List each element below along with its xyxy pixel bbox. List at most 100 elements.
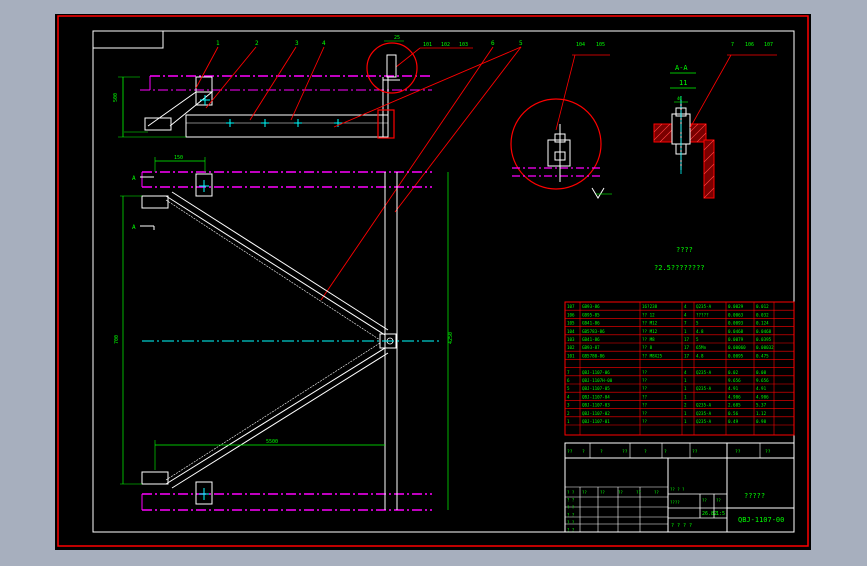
bom-cell-code: QBJ-1107-05 <box>582 386 610 391</box>
bom-cell-no: 103 <box>567 337 575 342</box>
drawing-number: QBJ-1107-00 <box>738 516 784 524</box>
bom-cell-w2: 4.91 <box>756 386 767 391</box>
title-left-cell: ? ? <box>567 505 575 510</box>
bom-cell-mat: Q235-A <box>696 403 712 408</box>
bom-cell-code: GB95-85 <box>582 312 600 317</box>
dim-150: 150 <box>174 155 183 161</box>
bom-cell-code: QBJ-1107-02 <box>582 411 610 416</box>
bom-cell-no: 107 <box>567 304 575 309</box>
bom-cell-w1: 0.56 <box>728 411 739 416</box>
balloon-105: 105 <box>596 42 605 48</box>
title-sig-label: ?? <box>600 490 605 495</box>
bom-header-cell: ?? <box>765 449 771 455</box>
bom-cell-w2: 0.0395 <box>756 337 772 342</box>
bom-cell-w1: 4.906 <box>728 394 741 399</box>
bom-cell-mat: 4.8 <box>696 353 704 358</box>
balloon-101: 101 <box>423 42 432 48</box>
bom-cell-code: GB93-86 <box>582 304 600 309</box>
bom-cell-w1: 0.0095 <box>728 353 744 358</box>
title-scale-row-3: ?? <box>716 498 721 503</box>
bom-cell-w2: 0.012 <box>756 304 769 309</box>
notes-line-1: ?2.5???????? <box>654 264 705 272</box>
cad-drawing-canvas[interactable]: 500 1 2 3 4 6 5 101 102 103 25 150 5500 … <box>0 0 867 562</box>
title-scale-row-0: ???? <box>670 500 680 505</box>
bom-cell-name: ?? <box>642 403 648 408</box>
title-scale-row-2: ?? <box>702 498 707 503</box>
dim-small: 40 <box>677 96 682 101</box>
bom-cell-mat: 65Mn <box>696 345 707 350</box>
balloon-102: 102 <box>441 42 450 48</box>
balloon-5: 5 <box>519 40 523 47</box>
bom-cell-code: GB5780-86 <box>582 353 605 358</box>
balloon-4: 4 <box>322 40 326 47</box>
balloon-6: 6 <box>491 40 495 47</box>
bom-cell-name: ?? <box>642 370 648 375</box>
bom-cell-name: ?? 8 <box>642 345 653 350</box>
bom-cell-qty: 17 <box>684 345 690 350</box>
bom-header-cell: ?? <box>692 449 698 455</box>
bom-cell-name: ?? 12 <box>642 312 655 317</box>
title-sig-label: ?? <box>636 490 641 495</box>
bom-cell-code: GB5783-86 <box>582 329 605 334</box>
bom-cell-no: 105 <box>567 321 575 326</box>
section-mark-upper: A <box>132 175 136 182</box>
bom-cell-w2: 5.37 <box>756 403 767 408</box>
title-mass: 26.82 <box>702 511 717 517</box>
title-left-cell: ? ? <box>567 513 575 518</box>
balloon-1: 1 <box>216 40 220 47</box>
bom-cell-w2: 9.656 <box>756 378 769 383</box>
bom-cell-w1: 0.02 <box>728 370 739 375</box>
bom-cell-w1: 9.656 <box>728 378 741 383</box>
title-sig-label: ?? <box>582 490 587 495</box>
bom-cell-name: ?? <box>642 386 648 391</box>
bom-cell-w1: 0.49 <box>728 419 739 424</box>
bom-cell-code: QBJ-1107-03 <box>582 403 610 408</box>
bom-cell-code: QBJ-1107H-00 <box>582 378 613 383</box>
bom-header-cell: ? <box>582 449 585 455</box>
section-mark-lower: A <box>132 224 136 231</box>
bom-cell-no: 102 <box>567 345 575 350</box>
bom-header-cell: ? <box>600 449 603 455</box>
notes-heading: ???? <box>676 246 693 254</box>
bom-cell-no: 104 <box>567 329 575 334</box>
bom-cell-code: QBJ-1107-04 <box>582 394 610 399</box>
bom-cell-code: QBJ-1107-01 <box>582 419 610 424</box>
bom-cell-code: GB41-86 <box>582 337 600 342</box>
bom-cell-w2: 0.475 <box>756 353 769 358</box>
bom-cell-no: 106 <box>567 312 575 317</box>
dim-right: 4250 <box>448 332 454 344</box>
title-left-cell: ? ? <box>567 498 575 503</box>
title-sheet: ? ? ? ? <box>671 523 692 529</box>
bom-cell-w2: 0.00032 <box>756 345 774 350</box>
bom-cell-name: 16?238 <box>642 304 658 309</box>
bom-cell-name: ?? M8 <box>642 337 655 342</box>
bom-header-cell: ?? <box>567 449 573 455</box>
bom-cell-name: ?? <box>642 378 648 383</box>
bom-cell-w1: 2.685 <box>728 403 741 408</box>
bom-cell-name: ?? M12 <box>642 321 658 326</box>
bom-cell-w1: 0.0093 <box>728 321 744 326</box>
bom-cell-w2: 0.0468 <box>756 329 772 334</box>
balloon-106: 106 <box>745 42 754 48</box>
bom-header-cell: ?? <box>735 449 741 455</box>
title-scale: 1:5 <box>716 511 725 517</box>
bom-cell-name: ?? <box>642 419 648 424</box>
dim-5500: 5500 <box>266 439 278 445</box>
title-left-cell: ? ? <box>567 520 575 525</box>
bom-cell-code: QBJ-1107-06 <box>582 370 610 375</box>
bom-cell-w1: 0.00060 <box>728 345 746 350</box>
dim-25: 25 <box>394 35 400 41</box>
bom-header-cell: ? <box>664 449 667 455</box>
bom-cell-code: GB93-87 <box>582 345 600 350</box>
bom-cell-mat: Q235-A <box>696 411 712 416</box>
bom-cell-w2: 4.906 <box>756 394 769 399</box>
bom-cell-w1: 4.91 <box>728 386 739 391</box>
balloon-2: 2 <box>255 40 259 47</box>
bom-cell-w2: 0.98 <box>756 419 767 424</box>
bom-cell-w2: 0.032 <box>756 312 769 317</box>
bom-cell-mat: Q235-A <box>696 386 712 391</box>
bom-cell-no: 101 <box>567 353 575 358</box>
bom-cell-w1: 0.0079 <box>728 337 744 342</box>
dim-700: 700 <box>114 335 120 344</box>
bom-cell-w2: 0.124 <box>756 321 769 326</box>
